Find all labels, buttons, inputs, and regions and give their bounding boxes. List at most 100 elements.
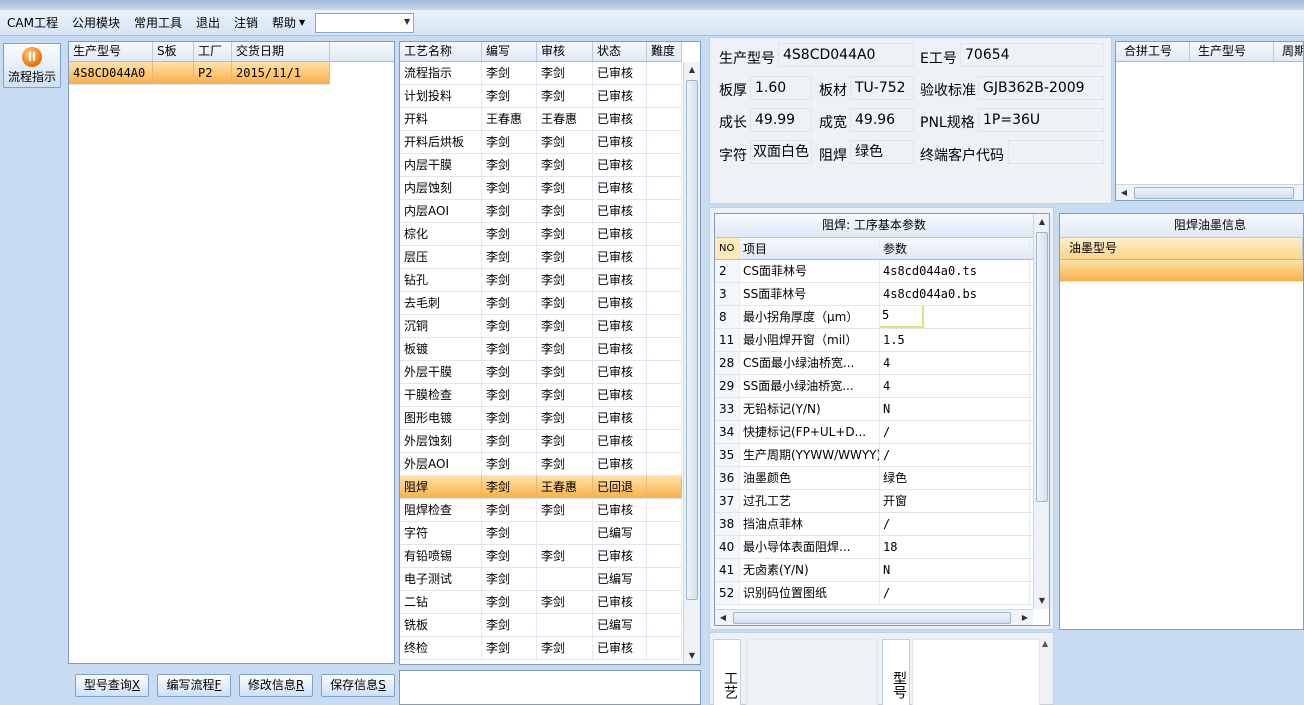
cell-value[interactable]: / bbox=[880, 421, 1030, 443]
standard-field[interactable]: GJB362B-2009 bbox=[978, 76, 1104, 100]
menu-common-tools[interactable]: 常用工具 bbox=[127, 10, 189, 36]
table-row[interactable]: 有铅喷锡 李剑 李剑 已审核 bbox=[400, 545, 682, 568]
cell-value[interactable]: / bbox=[880, 513, 1030, 535]
table-row[interactable]: 41 无卤素(Y/N) N bbox=[715, 559, 1049, 582]
table-row[interactable]: 8 最小拐角厚度（μm） 5 bbox=[715, 306, 1049, 329]
col-process-name[interactable]: 工艺名称 bbox=[400, 42, 482, 61]
col-merge-model[interactable]: 生产型号 bbox=[1190, 42, 1274, 61]
scroll-thumb[interactable] bbox=[1036, 232, 1048, 502]
scroll-down-icon[interactable]: ▼ bbox=[684, 648, 700, 664]
merge-hscrollbar[interactable]: ◀ bbox=[1116, 184, 1303, 200]
table-row[interactable]: 52 识别码位置图纸 / bbox=[715, 582, 1049, 605]
col-factory[interactable]: 工厂 bbox=[194, 42, 232, 61]
mask-field[interactable]: 绿色 bbox=[850, 140, 914, 164]
params-vscrollbar[interactable]: ▲ ▼ bbox=[1033, 214, 1049, 609]
cell-value[interactable]: 4s8cd044a0.bs bbox=[880, 283, 1030, 305]
width-field[interactable]: 49.96 bbox=[850, 108, 914, 132]
craft-field[interactable] bbox=[746, 639, 878, 705]
table-row[interactable]: 图形电镀 李剑 李剑 已审核 bbox=[400, 407, 682, 430]
table-row[interactable]: 阻焊检查 李剑 李剑 已审核 bbox=[400, 499, 682, 522]
col-item[interactable]: 项目 bbox=[740, 238, 880, 259]
eno-field[interactable]: 70654 bbox=[960, 43, 1104, 67]
cell-value[interactable]: 5 bbox=[880, 306, 1030, 328]
table-row[interactable]: 36 油墨颜色 绿色 bbox=[715, 467, 1049, 490]
table-row[interactable]: 流程指示 李剑 李剑 已审核 bbox=[400, 62, 682, 85]
col-delivery-date[interactable]: 交货日期 bbox=[232, 42, 330, 61]
col-author[interactable]: 编写 bbox=[482, 42, 537, 61]
table-row[interactable]: 2 CS面菲林号 4s8cd044a0.ts bbox=[715, 260, 1049, 283]
col-reviewer[interactable]: 审核 bbox=[537, 42, 593, 61]
table-row[interactable]: 电子测试 李剑 已编写 bbox=[400, 568, 682, 591]
menu-logout[interactable]: 注销 bbox=[227, 10, 265, 36]
table-row[interactable]: 铣板 李剑 已编写 bbox=[400, 614, 682, 637]
col-difficulty[interactable]: 難度 bbox=[647, 42, 682, 61]
table-row[interactable]: 外层干膜 李剑 李剑 已审核 bbox=[400, 361, 682, 384]
table-row[interactable]: 棕化 李剑 李剑 已审核 bbox=[400, 223, 682, 246]
save-info-button[interactable]: 保存信息S bbox=[321, 674, 395, 697]
model-query-button[interactable]: 型号查询X bbox=[75, 674, 149, 697]
help-dropdown-arrow-icon[interactable]: ▼ bbox=[299, 18, 305, 27]
table-row[interactable]: 外层蚀刻 李剑 李剑 已审核 bbox=[400, 430, 682, 453]
scroll-thumb[interactable] bbox=[1134, 187, 1294, 199]
table-row[interactable]: 钻孔 李剑 李剑 已审核 bbox=[400, 269, 682, 292]
table-row[interactable]: 33 无铅标记(Y/N) N bbox=[715, 398, 1049, 421]
col-status[interactable]: 状态 bbox=[593, 42, 647, 61]
table-row[interactable]: 内层AOI 李剑 李剑 已审核 bbox=[400, 200, 682, 223]
table-row[interactable]: 沉铜 李剑 李剑 已审核 bbox=[400, 315, 682, 338]
scroll-thumb[interactable] bbox=[733, 612, 1011, 624]
cell-value[interactable]: 4 bbox=[880, 375, 1030, 397]
col-model[interactable]: 生产型号 bbox=[69, 42, 153, 61]
cell-value[interactable]: 18 bbox=[880, 536, 1030, 558]
table-row[interactable]: 终检 李剑 李剑 已审核 bbox=[400, 637, 682, 660]
scroll-left-icon[interactable]: ◀ bbox=[1116, 185, 1132, 200]
table-row[interactable]: 干膜检查 李剑 李剑 已审核 bbox=[400, 384, 682, 407]
table-row[interactable]: 35 生产周期(YYWW/WWYY) / bbox=[715, 444, 1049, 467]
cell-value[interactable]: 绿色 bbox=[880, 467, 1030, 489]
scroll-down-icon[interactable]: ▼ bbox=[1034, 593, 1049, 609]
col-s-board[interactable]: S板 bbox=[153, 42, 194, 61]
char-field[interactable]: 双面白色 bbox=[750, 140, 812, 164]
flow-instruction-button[interactable]: 流程指示 bbox=[3, 43, 61, 88]
cell-value[interactable]: / bbox=[880, 444, 1030, 466]
col-no[interactable]: NO bbox=[715, 238, 740, 259]
table-row[interactable]: 38 挡油点菲林 / bbox=[715, 513, 1049, 536]
cell-value[interactable]: / bbox=[880, 582, 1030, 604]
table-row[interactable]: 阻焊 李剑 王春惠 已回退 bbox=[400, 476, 682, 499]
menu-help[interactable]: 帮助 bbox=[265, 10, 303, 36]
cell-value[interactable]: 4 bbox=[880, 352, 1030, 374]
table-row[interactable]: 板镀 李剑 李剑 已审核 bbox=[400, 338, 682, 361]
cell-value[interactable]: 4s8cd044a0.ts bbox=[880, 260, 1030, 282]
ink-row-selected[interactable] bbox=[1060, 260, 1303, 282]
table-row[interactable]: 28 CS面最小绿油桥宽... 4 bbox=[715, 352, 1049, 375]
menu-combo-box[interactable]: ▼ bbox=[315, 12, 415, 33]
table-row[interactable]: 4S8CD044A0 P2 2015/11/1 bbox=[69, 62, 330, 85]
cell-value[interactable]: 开窗 bbox=[880, 490, 1030, 512]
col-merge-no[interactable]: 合拼工号 bbox=[1116, 42, 1190, 61]
params-hscrollbar[interactable]: ◀ ▶ bbox=[715, 609, 1033, 625]
table-row[interactable]: 去毛刺 李剑 李剑 已审核 bbox=[400, 292, 682, 315]
table-row[interactable]: 29 SS面最小绿油桥宽... 4 bbox=[715, 375, 1049, 398]
table-row[interactable]: 开料后烘板 李剑 李剑 已审核 bbox=[400, 131, 682, 154]
table-row[interactable]: 开料 王春惠 王春惠 已审核 bbox=[400, 108, 682, 131]
edit-flow-button[interactable]: 编写流程F bbox=[157, 674, 231, 697]
thickness-field[interactable]: 1.60 bbox=[750, 76, 812, 100]
table-row[interactable]: 字符 李剑 已编写 bbox=[400, 522, 682, 545]
pnl-field[interactable]: 1P=36U bbox=[978, 108, 1104, 132]
table-row[interactable]: 11 最小阻焊开窗（mil） 1.5 bbox=[715, 329, 1049, 352]
cell-value[interactable]: N bbox=[880, 559, 1030, 581]
model-field-bottom[interactable] bbox=[912, 639, 1040, 705]
process-vscrollbar[interactable]: ▲ ▼ bbox=[683, 62, 700, 664]
modify-info-button[interactable]: 修改信息R bbox=[239, 674, 313, 697]
cell-value[interactable]: N bbox=[880, 398, 1030, 420]
menu-cam[interactable]: CAM工程 bbox=[0, 10, 65, 36]
menu-exit[interactable]: 退出 bbox=[189, 10, 227, 36]
table-row[interactable]: 内层干膜 李剑 李剑 已审核 bbox=[400, 154, 682, 177]
length-field[interactable]: 49.99 bbox=[750, 108, 812, 132]
table-row[interactable]: 34 快捷标记(FP+UL+D... / bbox=[715, 421, 1049, 444]
col-value[interactable]: 参数 bbox=[880, 238, 1030, 259]
scroll-up-icon[interactable]: ▲ bbox=[1042, 639, 1054, 648]
table-row[interactable]: 层压 李剑 李剑 已审核 bbox=[400, 246, 682, 269]
scroll-up-icon[interactable]: ▲ bbox=[1034, 214, 1049, 230]
table-row[interactable]: 37 过孔工艺 开窗 bbox=[715, 490, 1049, 513]
scroll-left-icon[interactable]: ◀ bbox=[715, 610, 731, 625]
